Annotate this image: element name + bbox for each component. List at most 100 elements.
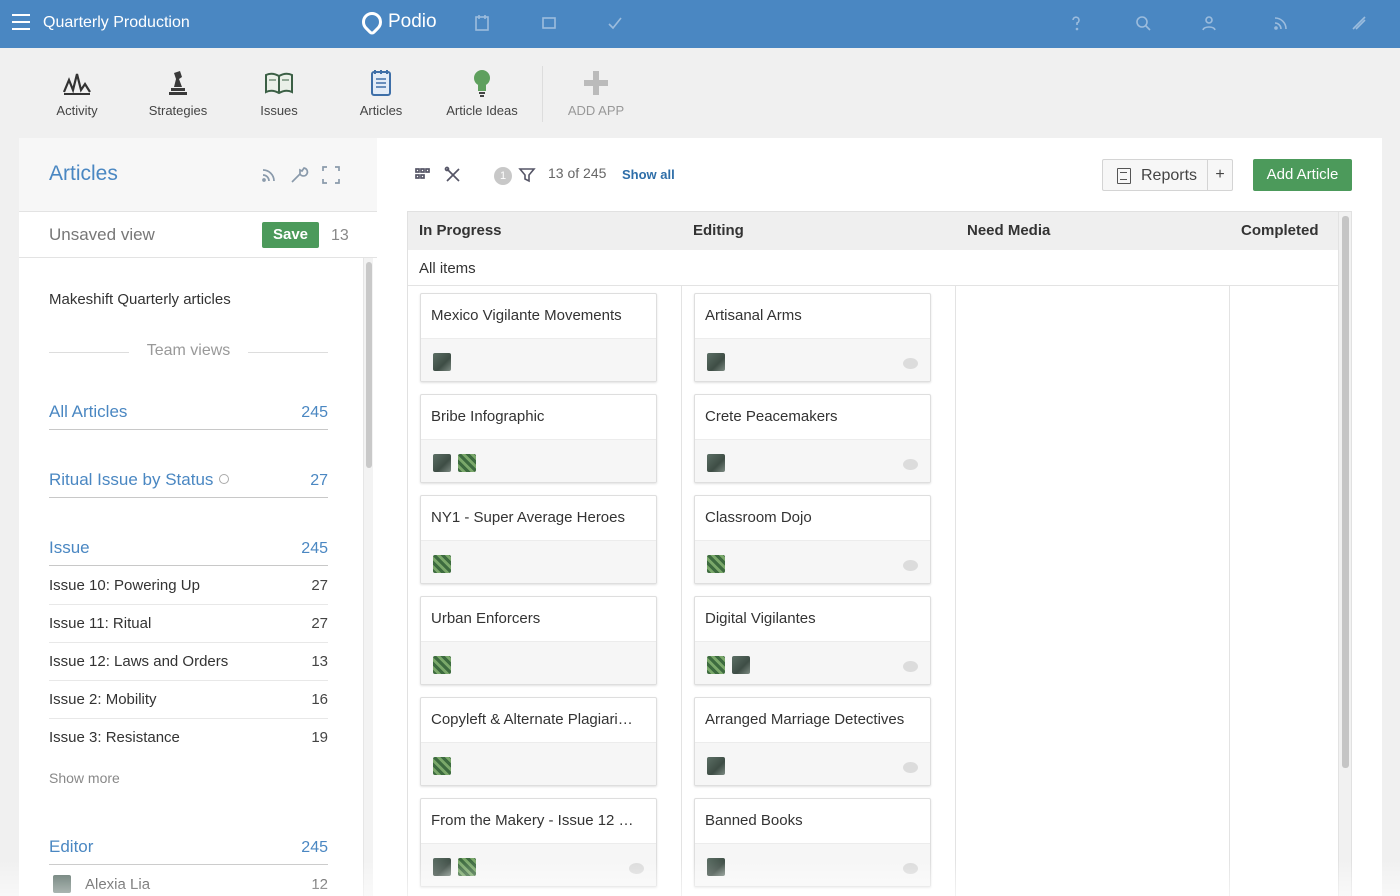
avatar: [433, 353, 451, 371]
article-card[interactable]: NY1 - Super Average Heroes: [420, 495, 657, 584]
card-title[interactable]: Urban Enforcers: [431, 610, 646, 627]
card-title[interactable]: Crete Peacemakers: [705, 408, 920, 425]
column-divider: [681, 286, 682, 896]
view-count: 13: [331, 227, 349, 244]
board-scrollbar[interactable]: [1338, 212, 1351, 896]
article-card[interactable]: Bribe Infographic: [420, 394, 657, 483]
comment-bubble-icon[interactable]: [629, 863, 644, 874]
app-issues[interactable]: Issues: [229, 68, 329, 118]
thumbnail: [433, 757, 451, 775]
article-card[interactable]: Mexico Vigilante Movements: [420, 293, 657, 382]
card-title[interactable]: Arranged Marriage Detectives: [705, 711, 920, 728]
comment-bubble-icon[interactable]: [903, 358, 918, 369]
card-footer: [695, 641, 930, 684]
filter-count-badge[interactable]: 1: [494, 167, 512, 185]
article-card[interactable]: Artisanal Arms: [694, 293, 931, 382]
avatar: [707, 757, 725, 775]
rss-feed-icon[interactable]: [259, 165, 279, 185]
tools-icon[interactable]: [444, 166, 462, 184]
workspace-title[interactable]: Quarterly Production: [43, 14, 190, 32]
show-all-link[interactable]: Show all: [622, 167, 675, 182]
article-card[interactable]: Digital Vigilantes: [694, 596, 931, 685]
article-card[interactable]: Urban Enforcers: [420, 596, 657, 685]
comment-bubble-icon[interactable]: [903, 459, 918, 470]
help-icon[interactable]: [1067, 14, 1085, 32]
book-icon: [229, 68, 329, 98]
sliders-icon[interactable]: [1350, 14, 1368, 32]
card-footer: [695, 439, 930, 482]
save-view-button[interactable]: Save: [262, 222, 319, 248]
article-card[interactable]: Arranged Marriage Detectives: [694, 697, 931, 786]
app-strategies[interactable]: Strategies: [128, 68, 228, 118]
editor-filter-item[interactable]: Alexia Lia 12: [49, 866, 328, 896]
comment-bubble-icon[interactable]: [903, 661, 918, 672]
card-title[interactable]: Digital Vigilantes: [705, 610, 920, 627]
filter-icon[interactable]: [518, 166, 536, 189]
issue-count: 27: [311, 615, 328, 632]
card-footer: [421, 439, 656, 482]
add-article-button[interactable]: Add Article: [1253, 159, 1352, 191]
group-count: 245: [301, 839, 328, 856]
group-label: Issue: [49, 538, 90, 557]
card-title[interactable]: Bribe Infographic: [431, 408, 646, 425]
article-card[interactable]: Banned Books: [694, 798, 931, 887]
app-articles[interactable]: Articles: [331, 68, 431, 118]
group-count: 245: [301, 540, 328, 557]
card-title[interactable]: Classroom Dojo: [705, 509, 920, 526]
layout-grid-icon[interactable]: [414, 166, 432, 184]
group-editor-header[interactable]: Editor 245: [49, 827, 328, 865]
card-footer: [421, 742, 656, 785]
sidebar-scrollbar[interactable]: [363, 258, 373, 896]
view-all-articles[interactable]: All Articles 245: [49, 392, 328, 430]
avatar: [433, 454, 451, 472]
card-title[interactable]: From the Makery - Issue 12 …: [431, 812, 646, 829]
reports-button[interactable]: Reports: [1102, 159, 1208, 191]
comment-bubble-icon[interactable]: [903, 863, 918, 874]
calendar-icon[interactable]: [473, 14, 491, 32]
card-title[interactable]: Artisanal Arms: [705, 307, 920, 324]
square-icon[interactable]: [540, 14, 558, 32]
card-title[interactable]: Mexico Vigilante Movements: [431, 307, 646, 324]
thumbnail: [707, 656, 725, 674]
editor-label: Alexia Lia: [85, 876, 151, 893]
fullscreen-icon[interactable]: [321, 165, 341, 185]
article-card[interactable]: Crete Peacemakers: [694, 394, 931, 483]
issue-label: Issue 11: Ritual: [49, 615, 152, 632]
scrollbar-thumb[interactable]: [1342, 216, 1349, 768]
issue-filter-item[interactable]: Issue 3: Resistance 19: [49, 719, 328, 757]
issue-filter-item[interactable]: Issue 2: Mobility 16: [49, 681, 328, 719]
article-card[interactable]: From the Makery - Issue 12 …: [420, 798, 657, 887]
group-row: All items: [408, 250, 1338, 286]
add-app-button[interactable]: ADD APP: [546, 68, 646, 118]
card-footer: [421, 843, 656, 886]
thumbnail: [458, 454, 476, 472]
issue-label: Issue 3: Resistance: [49, 729, 180, 746]
scrollbar-thumb[interactable]: [366, 262, 372, 468]
card-footer: [421, 641, 656, 684]
card-title[interactable]: Banned Books: [705, 812, 920, 829]
check-icon[interactable]: [606, 14, 624, 32]
hamburger-menu-icon[interactable]: [12, 14, 30, 30]
avatar: [707, 454, 725, 472]
view-ritual-issue[interactable]: Ritual Issue by Status 27: [49, 460, 328, 498]
issue-filter-item[interactable]: Issue 12: Laws and Orders 13: [49, 643, 328, 681]
group-issue-header[interactable]: Issue 245: [49, 528, 328, 566]
group-label: Editor: [49, 837, 94, 856]
card-title[interactable]: Copyleft & Alternate Plagiari…: [431, 711, 646, 728]
issue-filter-item[interactable]: Issue 10: Powering Up 27: [49, 567, 328, 605]
comment-bubble-icon[interactable]: [903, 762, 918, 773]
article-card[interactable]: Classroom Dojo: [694, 495, 931, 584]
card-title[interactable]: NY1 - Super Average Heroes: [431, 509, 646, 526]
feed-icon[interactable]: [1272, 14, 1290, 32]
app-article-ideas[interactable]: Article Ideas: [432, 68, 532, 118]
user-icon[interactable]: [1200, 14, 1218, 32]
reports-add-button[interactable]: +: [1208, 159, 1233, 191]
search-icon[interactable]: [1134, 14, 1152, 32]
comment-bubble-icon[interactable]: [903, 560, 918, 571]
wrench-icon[interactable]: [289, 165, 309, 185]
issue-filter-item[interactable]: Issue 11: Ritual 27: [49, 605, 328, 643]
show-more-link[interactable]: Show more: [49, 770, 120, 786]
article-card[interactable]: Copyleft & Alternate Plagiari…: [420, 697, 657, 786]
podio-logo[interactable]: Podio: [357, 7, 437, 37]
app-activity[interactable]: Activity: [27, 68, 127, 118]
